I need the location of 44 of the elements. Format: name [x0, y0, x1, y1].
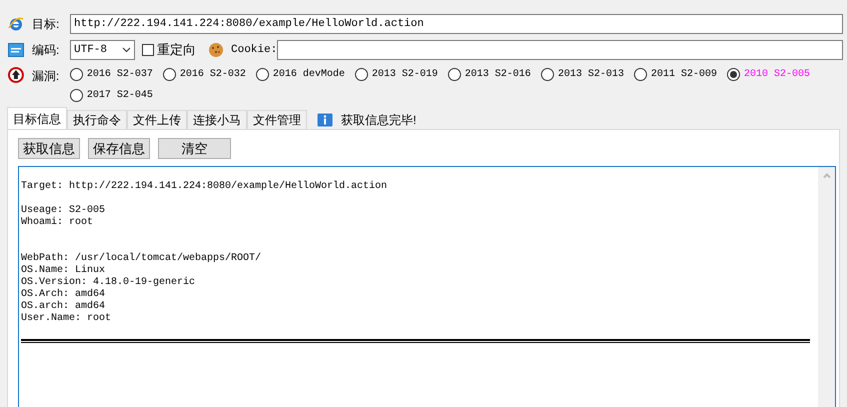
radio-label: 2013 S2-019: [372, 68, 438, 82]
radio-button[interactable]: [726, 68, 740, 81]
browser-icon: [8, 16, 24, 32]
radio-button[interactable]: [448, 68, 461, 81]
action-button[interactable]: 清空: [158, 138, 231, 159]
tab[interactable]: 目标信息: [7, 107, 67, 129]
vulnerability-label: 漏洞:: [32, 68, 60, 85]
scroll-up-icon: [822, 173, 830, 178]
radio-label: 2010 S2-005: [744, 68, 810, 82]
radio-label: 2013 S2-013: [558, 68, 624, 82]
tab[interactable]: 连接小马: [187, 110, 247, 129]
radio-button[interactable]: [70, 89, 83, 102]
window-icon: [8, 43, 24, 57]
url-field[interactable]: http://222.194.141.224:8080/example/HelloWorld.action: [70, 14, 843, 34]
cookie-label: Cookie:: [231, 42, 278, 58]
radio-button[interactable]: [634, 68, 647, 81]
radio-label: 2013 S2-016: [464, 68, 531, 82]
encoding-dropdown[interactable]: UTF-8: [70, 40, 135, 60]
radio-button[interactable]: [162, 68, 176, 81]
radio-button[interactable]: [540, 68, 554, 81]
radio-label: 2016 S2-032: [180, 68, 246, 82]
action-button[interactable]: 保存信息: [88, 138, 150, 159]
cookie-icon: [208, 42, 224, 58]
target-label: 目标:: [32, 16, 60, 33]
radio-button[interactable]: [354, 68, 368, 81]
output-text: Target: http://222.194.141.224:8080/example/HelloWorld.action Useage: S2-005 Whoami: root WebPath: /usr/local/tomcat/webapps/ROOT/ OS.Name: Linux OS.Version: 4.18.0-19-generic OS.Arch: amd64 OS.arch: amd64 User.Name: root: [21, 180, 388, 325]
status-message: 获取信息完毕!: [341, 112, 416, 128]
warning-sign-icon: [8, 67, 24, 83]
radio-label: 2016 S2-037: [86, 68, 153, 82]
encoding-label: 编码:: [32, 42, 60, 59]
radio-label: 2016 devMode: [272, 68, 345, 82]
cookie-field[interactable]: [277, 40, 843, 60]
tab[interactable]: 文件上传: [127, 110, 187, 129]
redirect-checkbox[interactable]: [142, 44, 154, 56]
radio-button[interactable]: [256, 68, 269, 81]
info-icon: [317, 112, 333, 126]
tab[interactable]: 执行命令: [67, 110, 127, 129]
tab[interactable]: 文件管理: [247, 110, 307, 129]
redirect-label: 重定向: [157, 41, 196, 60]
action-button[interactable]: 获取信息: [18, 138, 80, 159]
radio-label: 2017 S2-045: [86, 89, 153, 103]
chevron-icon: [122, 47, 131, 53]
radio-button[interactable]: [70, 68, 83, 81]
radio-label: 2011 S2-009: [650, 68, 717, 82]
